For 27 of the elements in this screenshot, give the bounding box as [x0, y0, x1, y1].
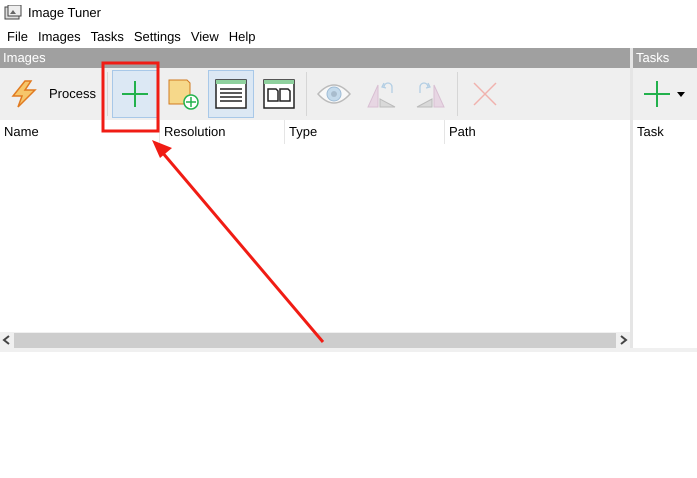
menu-item[interactable]: Tasks [86, 27, 129, 47]
menu-item[interactable]: Help [224, 27, 261, 47]
menu-item[interactable]: View [186, 27, 224, 47]
add-button[interactable] [112, 70, 158, 118]
column-header[interactable]: Task [633, 120, 697, 144]
menu-item[interactable]: Settings [128, 27, 186, 47]
app-icon [4, 5, 22, 21]
scrollbar-thumb[interactable] [14, 332, 616, 348]
add-icon [120, 80, 149, 108]
panel-title: Images [0, 48, 630, 68]
list-view-button[interactable] [208, 70, 254, 118]
menu-item[interactable]: File [2, 27, 33, 47]
eye-icon [316, 83, 351, 105]
menu-item[interactable]: Images [32, 27, 86, 47]
thumbnail-view-icon [262, 79, 295, 109]
column-header[interactable]: Path [445, 120, 630, 144]
lightning-icon [9, 79, 39, 109]
window-title: Image Tuner [28, 4, 101, 22]
add-task-icon[interactable] [643, 80, 671, 108]
folder-add-icon [166, 78, 199, 110]
process-button[interactable]: Process [2, 70, 103, 118]
dropdown-caret-icon[interactable] [677, 92, 685, 96]
list-view-icon [214, 79, 247, 109]
delete-icon [472, 81, 498, 107]
panel-title: Tasks [633, 48, 697, 68]
highlight-frame [102, 62, 160, 132]
column-header[interactable]: Type [285, 120, 445, 144]
